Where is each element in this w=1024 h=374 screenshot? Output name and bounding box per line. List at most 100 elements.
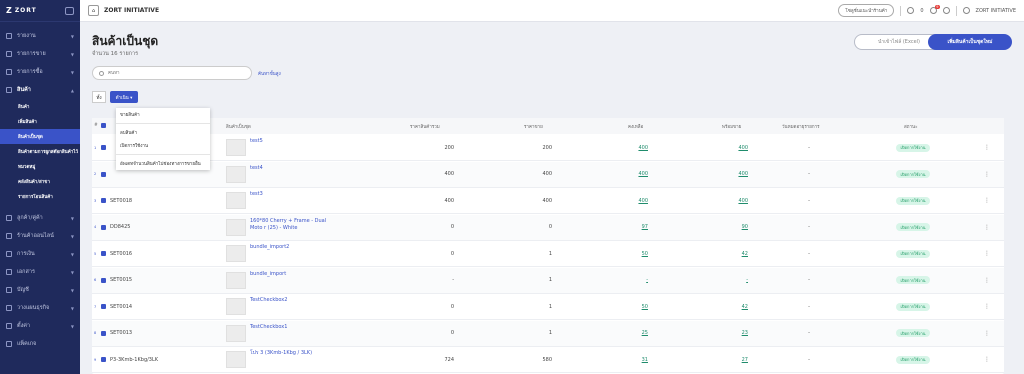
avail-link[interactable]: 27 [708,357,748,363]
credit-icon[interactable] [907,7,915,14]
select-all-checkbox[interactable] [101,123,106,128]
name-link[interactable]: TestCheckbox1 [250,324,340,331]
table-row[interactable]: 3 SET0018 test3 400 400 400 400 - เปิดการใช้งาน ⋮ [92,188,1004,214]
avail-link[interactable]: 23 [708,330,748,336]
stock-link[interactable]: 400 [608,171,648,177]
header-cost[interactable]: ราคาสินค้ารวม [410,123,440,130]
row-checkbox[interactable] [101,145,106,150]
search-box[interactable] [92,66,252,80]
more-options-icon[interactable]: ⋮ [984,197,990,204]
name-link[interactable]: test4 [250,165,340,172]
sidebar-item-planning[interactable]: วางแผนธุรกิจ ▼ [0,299,80,317]
sidebar-item-documents[interactable]: เอกสาร ▼ [0,263,80,281]
action-dropdown-button[interactable]: ดำเนิน ▾ [110,91,138,103]
header-avail[interactable]: พร้อมขาย [722,123,741,130]
name-link[interactable]: 160*80 Cherry + Frame - Dual Moto r (25)… [250,218,340,232]
more-options-icon[interactable]: ⋮ [984,144,990,151]
stock-link[interactable]: 97 [608,224,648,230]
sidebar-sub-add-product[interactable]: เพิ่มสินค้า [0,114,80,129]
table-row[interactable]: 2 test4 400 400 400 400 - เปิดการใช้งาน ⋮ [92,161,1004,188]
avail-link[interactable]: 90 [708,224,748,230]
sidebar-item-accounting[interactable]: บัญชี ▼ [0,281,80,299]
menu-item-sell[interactable]: ขายสินค้า [116,108,210,121]
row-checkbox[interactable] [101,251,106,256]
table-row[interactable]: 1 test5 200 200 400 400 - เปิดการใช้งาน ⋮ [92,135,1004,161]
row-checkbox[interactable] [101,357,106,362]
name-link[interactable]: bundle_import [250,271,340,278]
bell-icon[interactable] [942,7,950,14]
sidebar-sub-linked[interactable]: สินค้าตามการผูกสต๊อกสินค้าไว้ [0,144,80,159]
select-all-button[interactable]: ทั้ง [92,91,106,103]
table-row[interactable]: 9 P3-3Kmb-1Kbg/3LK โปร 3 (3Kmb-1Kbg / 3LK)… [92,347,1004,373]
name-link[interactable]: bundle_import2 [250,244,340,251]
avail-link[interactable]: 400 [708,171,748,177]
price-cell: 200 [542,144,552,151]
menu-item-sync-stock[interactable]: อัพเดทจำนวนสินค้าไปช่องทางการขายอื่น [116,157,210,170]
name-link[interactable]: test5 [250,138,340,145]
name-link[interactable]: โปร 3 (3Kmb-1Kbg / 3LK) [250,350,340,357]
header-date[interactable]: วันหมดอายุรายการ [782,123,820,130]
stock-link[interactable]: 31 [608,357,648,363]
avail-link[interactable]: 400 [708,145,748,151]
table-row[interactable]: 6 SET0015 bundle_import - 1 - - - เปิดการใช้งาน ⋮ [92,267,1004,294]
sidebar-item-finance[interactable]: การเงิน ▼ [0,245,80,263]
sidebar-item-online-store[interactable]: ร้านค้าออนไลน์ ▼ [0,227,80,245]
stock-link[interactable]: 50 [608,251,648,257]
collapse-menu-icon[interactable] [65,6,74,15]
avatar[interactable] [962,7,970,14]
header-stock[interactable]: คงเหลือ [628,123,643,130]
avail-link[interactable]: - [708,277,748,283]
sidebar-sub-products[interactable]: สินค้า [0,99,80,114]
sidebar-item-sales[interactable]: รายการขาย ▼ [0,45,80,63]
more-options-icon[interactable]: ⋮ [984,330,990,337]
header-name[interactable]: สินค้าเป็นชุด [226,123,251,130]
stock-link[interactable]: - [608,277,648,283]
sidebar-item-contacts[interactable]: ลูกค้า/คู่ค้า ▼ [0,209,80,227]
avail-link[interactable]: 400 [708,198,748,204]
stock-link[interactable]: 50 [608,304,648,310]
table-row[interactable]: 4 DD8425 160*80 Cherry + Frame - Dual Moto… [92,214,1004,241]
more-options-icon[interactable]: ⋮ [984,303,990,310]
row-checkbox[interactable] [101,198,106,203]
menu-item-enable[interactable]: เปิดการใช้งาน [116,139,210,152]
stock-link[interactable]: 400 [608,145,648,151]
cost-cell: - [452,277,454,283]
name-link[interactable]: TestCheckbox2 [250,297,340,304]
more-options-icon[interactable]: ⋮ [984,356,990,363]
name-link[interactable]: test3 [250,191,340,198]
sidebar-sub-warehouse[interactable]: คลังสินค้า/สาขา [0,174,80,189]
sidebar-sub-transfer[interactable]: รายการโอนสินค้า [0,189,80,204]
row-checkbox[interactable] [101,330,106,336]
add-bundle-button[interactable]: เพิ่มสินค้าเป็นชุดใหม่ [928,34,1012,50]
avail-link[interactable]: 42 [708,304,748,310]
more-options-icon[interactable]: ⋮ [984,277,990,284]
more-options-icon[interactable]: ⋮ [984,224,990,231]
more-options-icon[interactable]: ⋮ [984,171,990,178]
row-checkbox[interactable] [101,224,106,230]
row-checkbox[interactable] [101,304,106,309]
stock-link[interactable]: 25 [608,330,648,336]
sidebar-item-purchase[interactable]: รายการซื้อ ▼ [0,63,80,81]
message-icon[interactable]: 9 [929,5,940,14]
avail-link[interactable]: 42 [708,251,748,257]
sidebar-item-package[interactable]: แพ็คเกจ [0,335,80,353]
row-checkbox[interactable] [101,171,106,177]
table-row[interactable]: 5 SET0016 bundle_import2 0 1 50 42 - เปิดการใช้ง… [92,241,1004,267]
menu-item-delete[interactable]: ลบสินค้า [116,126,210,139]
app-logo[interactable]: Z ZORT [0,0,80,22]
table-row[interactable]: 7 SET0014 TestCheckbox2 0 1 50 42 - เปิดการใช้งา… [92,294,1004,320]
stock-link[interactable]: 400 [608,198,648,204]
sidebar-item-products[interactable]: สินค้า ▲ [0,81,80,99]
search-input[interactable] [108,70,238,76]
user-name[interactable]: ZORT INITIATIVE [976,8,1016,14]
advanced-search-link[interactable]: ค้นหาขั้นสูง [258,70,281,77]
sidebar-item-settings[interactable]: ตั้งค่า ▼ [0,317,80,335]
sidebar-sub-category[interactable]: หมวดหมู่ [0,159,80,174]
row-checkbox[interactable] [101,277,106,283]
more-options-icon[interactable]: ⋮ [984,250,990,257]
help-pill-button[interactable]: โซลูชั่นแนะนำร้านค้า [838,4,895,17]
sidebar-item-report[interactable]: รายงาน ▼ [0,27,80,45]
header-price[interactable]: ราคาขาย [524,123,543,130]
table-row[interactable]: 8 SET0013 TestCheckbox1 0 1 25 23 - เปิดการใช้งา… [92,320,1004,347]
sidebar-sub-bundles[interactable]: สินค้าเป็นชุด [0,129,80,144]
